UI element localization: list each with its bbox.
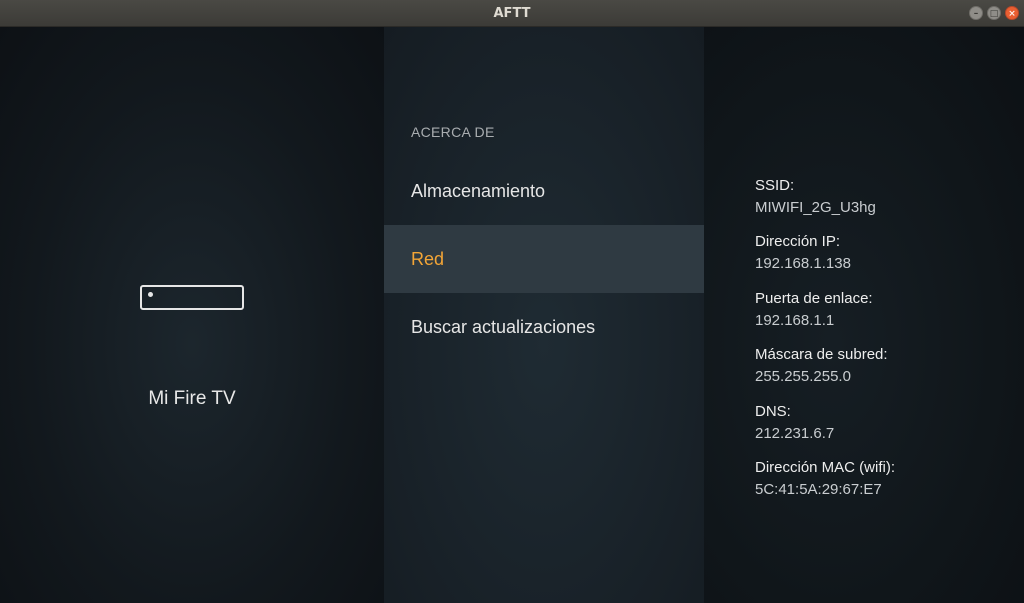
info-label: Dirección IP: (755, 233, 841, 250)
info-label: DNS: (755, 403, 791, 420)
info-gateway: Puerta de enlace: 192.168.1.1 (755, 288, 873, 332)
menu-section-header: ACERCA DE (411, 124, 495, 140)
info-value: MIWIFI_2G_U3hg (755, 199, 876, 216)
info-value: 192.168.1.138 (755, 255, 851, 272)
info-ip-address: Dirección IP: 192.168.1.138 (755, 231, 851, 275)
info-ssid: SSID: MIWIFI_2G_U3hg (755, 175, 876, 219)
app-window: AFTT – □ × Mi Fire TV ACERCA DE Almacena… (0, 0, 1024, 603)
info-label: Puerta de enlace: (755, 290, 873, 307)
device-name: Mi Fire TV (148, 388, 236, 409)
minimize-button[interactable]: – (969, 6, 983, 20)
info-label: Máscara de subred: (755, 346, 888, 363)
settings-menu: ACERCA DE Almacenamiento Red Buscar actu… (384, 27, 704, 603)
menu-item-red[interactable]: Red (384, 225, 704, 293)
info-label: SSID: (755, 177, 795, 194)
info-subnet-mask: Máscara de subred: 255.255.255.0 (755, 344, 888, 388)
info-label: Dirección MAC (wifi): (755, 459, 896, 476)
maximize-button[interactable]: □ (987, 6, 1001, 20)
info-mac-address: Dirección MAC (wifi): 5C:41:5A:29:67:E7 (755, 457, 895, 501)
device-panel: Mi Fire TV (0, 27, 384, 603)
info-value: 192.168.1.1 (755, 312, 835, 329)
menu-item-almacenamiento[interactable]: Almacenamiento (384, 157, 704, 225)
device-led-dot (148, 292, 153, 297)
menu-item-buscar-actualizaciones[interactable]: Buscar actualizaciones (384, 293, 704, 361)
window-title: AFTT (493, 6, 531, 21)
info-value: 212.231.6.7 (755, 425, 835, 442)
close-button[interactable]: × (1005, 6, 1019, 20)
info-dns: DNS: 212.231.6.7 (755, 401, 834, 445)
info-value: 5C:41:5A:29:67:E7 (755, 481, 882, 498)
info-value: 255.255.255.0 (755, 368, 851, 385)
title-bar[interactable]: AFTT – □ × (0, 0, 1024, 27)
network-details-panel: SSID: MIWIFI_2G_U3hg Dirección IP: 192.1… (704, 27, 1024, 603)
fire-tv-device-icon (140, 285, 244, 310)
settings-content: Mi Fire TV ACERCA DE Almacenamiento Red … (0, 27, 1024, 603)
